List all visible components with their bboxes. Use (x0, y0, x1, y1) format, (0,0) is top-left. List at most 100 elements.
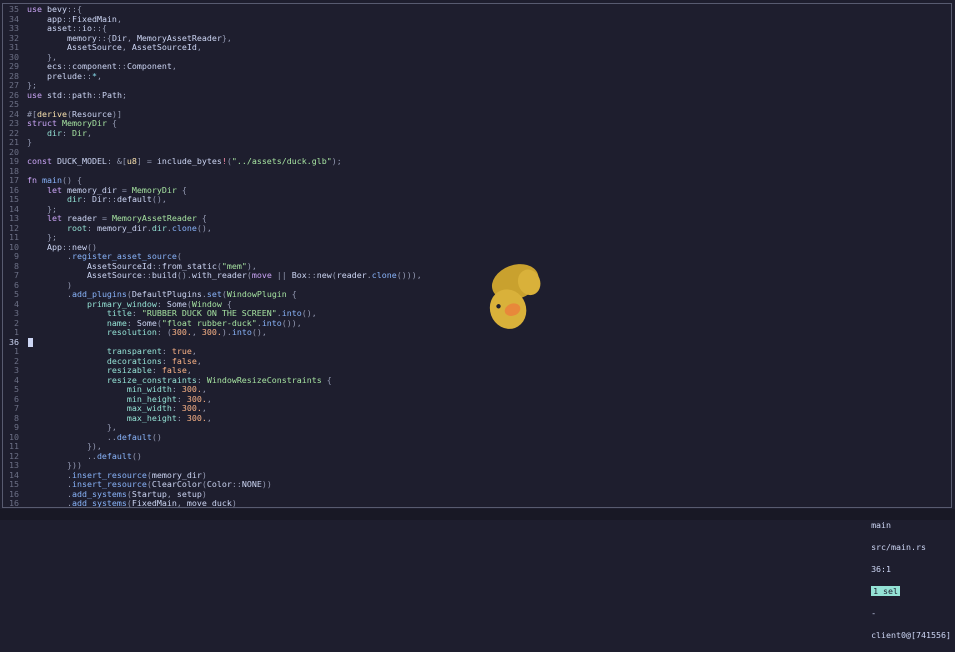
code-token: AssetSourceId (27, 260, 152, 271)
code-token: move_duck (186, 498, 232, 508)
code-token: MemoryDir (131, 184, 177, 195)
code-token: add_systems (71, 488, 127, 499)
code-token: ClearColor (151, 479, 202, 489)
code-token: :: (151, 260, 162, 271)
code-token: ::{ (96, 32, 112, 43)
code-token: :: (71, 23, 82, 33)
code-token: : (131, 308, 142, 318)
code-text: } (27, 137, 32, 148)
code-token: add_plugins (71, 289, 127, 299)
code-token: max_width (27, 403, 172, 413)
code-token: . (27, 289, 72, 299)
line-number: 16 (9, 498, 19, 508)
code-token: )] (111, 108, 122, 119)
code-token: || (271, 270, 292, 280)
code-line[interactable]: 27}; (3, 80, 949, 91)
code-line[interactable]: 23 struct MemoryDir { (3, 118, 949, 129)
code-token: .. (27, 450, 97, 461)
code-line[interactable]: 12 ..default() (3, 450, 949, 462)
code-token: . (27, 251, 72, 261)
code-token: :: (81, 70, 92, 81)
code-line[interactable]: 22 dir: Dir, (3, 127, 949, 139)
code-line[interactable]: 8 max_height: 300., (3, 412, 949, 424)
code-token: title (27, 308, 132, 318)
code-line[interactable]: 21} (3, 137, 949, 148)
code-token: Dir (111, 32, 127, 43)
code-token: false (171, 355, 197, 366)
code-token: memory_dir (96, 222, 147, 233)
code-token: : (176, 393, 187, 404)
code-line[interactable]: 12 root: memory_dir.dir.clone(), (3, 222, 949, 234)
code-token: 300. (201, 327, 222, 337)
code-token: , (126, 32, 137, 43)
code-token: Component (126, 61, 172, 71)
code-token: ) (27, 279, 72, 290)
code-token: bevy (42, 4, 67, 14)
code-token: AssetSource (27, 270, 142, 280)
code-token: name (27, 317, 127, 328)
code-line[interactable]: 24 #[derive(Resource)] (3, 108, 949, 120)
code-token: { (176, 184, 187, 195)
code-line[interactable]: 19 const DUCK_MODEL: &[u8] = include_byte… (3, 156, 949, 167)
code-token: , (166, 488, 177, 499)
code-token: : (61, 127, 72, 138)
code-line[interactable]: 26 use std::path::Path; (3, 89, 949, 101)
code-token: :: (61, 89, 72, 100)
code-token: "../assets/duck.glb" (231, 156, 332, 166)
code-token: default (116, 431, 152, 442)
code-token: use (27, 89, 42, 100)
code-token: DefaultPlugins (131, 289, 202, 299)
code-token: :: (306, 270, 317, 280)
code-line[interactable]: 29 ecs::component::Component, (3, 61, 949, 72)
code-token: App (27, 241, 62, 252)
cursor-position: 36:1 (871, 564, 892, 574)
code-line[interactable]: 15 dir: Dir::default(), (3, 194, 949, 205)
code-token: { (196, 213, 207, 223)
code-line[interactable]: 16 .add_systems(FixedMain, move_duck) (3, 498, 949, 508)
code-token: "mem" (221, 260, 247, 271)
code-line[interactable]: 35 use bevy::{ (3, 4, 949, 15)
code-line[interactable]: 28 prelude::*, (3, 70, 949, 82)
code-token: app (27, 13, 62, 24)
code-token: Color (206, 479, 232, 489)
code-token: root (27, 222, 87, 233)
code-token: , (196, 42, 202, 52)
code-token: component (71, 61, 117, 71)
selection-count-badge: 1 sel (871, 586, 901, 596)
code-line[interactable]: 11 }), (3, 441, 949, 452)
code-token: include_bytes (156, 156, 222, 166)
code-token: u8 (126, 156, 137, 166)
code-line[interactable]: 11 }; (3, 232, 949, 243)
code-token: , (186, 365, 192, 375)
code-token: "RUBBER DUCK ON THE SCREEN" (141, 308, 277, 318)
code-token: build (151, 270, 177, 280)
code-token: into (281, 308, 302, 318)
code-line[interactable]: 31 AssetSource, AssetSourceId, (3, 42, 949, 53)
code-token: resizable (27, 365, 152, 375)
code-token: decorations (27, 355, 162, 366)
code-editor[interactable]: 35 use bevy::{34 app::FixedMain, 33 asset:… (2, 3, 952, 508)
code-token: "float rubber-duck" (161, 317, 257, 328)
code-line[interactable]: 1 resolution: (300., 300.).into(), (3, 327, 949, 338)
code-line[interactable]: 18 (3, 166, 949, 177)
code-token: 300. (186, 393, 207, 404)
code-token: , (206, 393, 212, 404)
code-token: : (176, 412, 187, 423)
code-token: 300. (171, 327, 192, 337)
code-token: (); (87, 508, 102, 509)
code-line[interactable]: 10 ..default() (3, 431, 949, 443)
code-line[interactable]: 34 app::FixedMain, (3, 13, 949, 25)
code-token: , (201, 403, 207, 413)
code-token: (), (151, 194, 167, 204)
code-text: dir: Dir, (27, 127, 92, 139)
code-line[interactable]: 7 AssetSource::build().with_reader(move … (3, 270, 949, 281)
code-token: false (161, 365, 187, 375)
code-token: : (171, 384, 182, 394)
code-token: AssetSource (27, 42, 122, 52)
code-token: ); (331, 156, 342, 166)
status-bar: main src/main.rs 36:1 1 sel - client0@[7… (0, 509, 955, 640)
code-token: asset (27, 23, 72, 33)
code-token: . (27, 479, 72, 489)
code-line[interactable]: 25 (3, 99, 949, 110)
code-token: ())), (396, 270, 422, 280)
